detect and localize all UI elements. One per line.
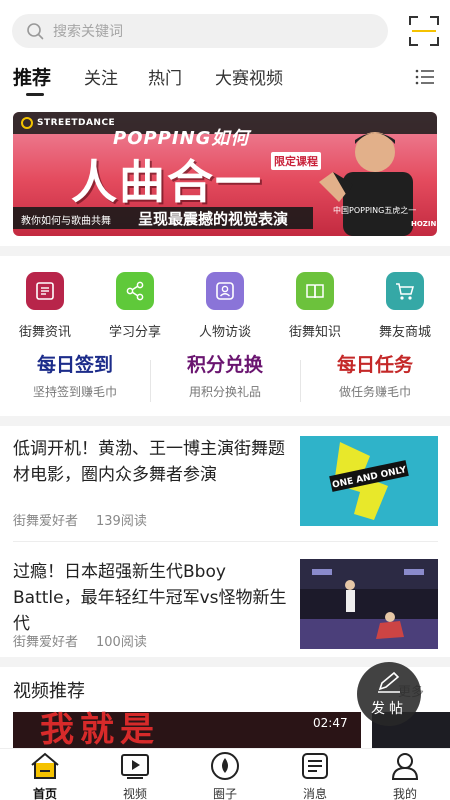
tab-recommend[interactable]: 推荐 — [13, 63, 51, 90]
tab-follow[interactable]: 关注 — [84, 64, 118, 89]
share-icon — [116, 272, 154, 310]
video-thumb-text: 我就是 — [40, 710, 160, 750]
news-icon — [26, 272, 64, 310]
profile-icon — [391, 753, 419, 780]
interview-icon — [206, 272, 244, 310]
banner-sub-right: 中国POPPING五虎之一 — [333, 206, 417, 215]
article-title: 低调开机！黄渤、王一博主演街舞题材电影，圈内众多舞者参演 — [13, 439, 285, 485]
category-label: 人物访谈 — [198, 325, 251, 340]
home-icon — [31, 752, 59, 779]
search-input[interactable]: 搜索关键词 — [12, 14, 388, 48]
section-gap — [0, 416, 450, 426]
scan-icon[interactable] — [408, 15, 440, 47]
task-sub: 做任务赚毛巾 — [338, 385, 411, 399]
task-title: 每日签到 — [36, 354, 113, 376]
article-reads: 100阅读 — [96, 635, 147, 650]
message-icon — [302, 753, 328, 779]
category-mall[interactable]: 舞友商城 — [360, 262, 450, 340]
nav-home[interactable]: 首页 — [0, 751, 90, 800]
search-row: 搜索关键词 — [0, 0, 450, 60]
video-section-title: 视频推荐 — [13, 681, 85, 702]
task-sub: 坚持签到赚毛巾 — [32, 385, 117, 399]
category-share[interactable]: 学习分享 — [90, 262, 180, 340]
daily-checkin[interactable]: 每日签到 坚持签到赚毛巾 — [0, 350, 150, 400]
article-reads: 139阅读 — [96, 514, 147, 529]
article-meta: 街舞爱好者 100阅读 — [13, 631, 165, 650]
article-meta: 街舞爱好者 139阅读 — [13, 510, 165, 529]
task-sub: 用积分换礼品 — [188, 385, 261, 399]
banner[interactable]: STREETDANCE POPPING如何 人曲合一 限定课程 教你如何与歌曲共… — [13, 112, 437, 236]
task-title: 积分兑换 — [186, 354, 263, 376]
article-thumbnail — [300, 559, 438, 649]
category-label: 街舞知识 — [288, 325, 341, 340]
article-item[interactable]: 低调开机！黄渤、王一博主演街舞题材电影，圈内众多舞者参演 街舞爱好者 139阅读 … — [0, 434, 450, 546]
daily-task[interactable]: 每日任务 做任务赚毛巾 — [300, 350, 450, 400]
search-placeholder: 搜索关键词 — [53, 24, 123, 40]
cart-icon — [386, 272, 424, 310]
banner-title-main: 人曲合一 — [71, 155, 263, 209]
task-title: 每日任务 — [336, 354, 413, 376]
nav-video[interactable]: 视频 — [90, 751, 180, 800]
article-item[interactable]: 过瘾！日本超强新生代Bboy Battle，最年轻红牛冠军vs怪物新生代 街舞爱… — [0, 555, 450, 667]
pen-icon — [378, 671, 400, 693]
post-button[interactable]: 发帖 — [357, 662, 421, 726]
tab-hot[interactable]: 热门 — [148, 64, 182, 89]
category-interview[interactable]: 人物访谈 — [180, 262, 270, 340]
home-page: 搜索关键词 推荐 关注 热门 大赛视频 STREETDANCE POPPING如… — [0, 0, 450, 800]
nav-profile[interactable]: 我的 — [360, 751, 450, 800]
nav-label: 圈子 — [212, 787, 237, 800]
category-news[interactable]: 街舞资讯 — [0, 262, 90, 340]
menu-icon[interactable] — [415, 68, 435, 86]
category-knowledge[interactable]: 街舞知识 — [270, 262, 360, 340]
nav-label: 视频 — [122, 787, 147, 800]
post-button-label: 发帖 — [371, 701, 407, 717]
nav-circle[interactable]: 圈子 — [180, 751, 270, 800]
banner-sub-right2: HOZIN — [411, 220, 437, 228]
tab-bar: 推荐 关注 热门 大赛视频 — [0, 60, 450, 102]
bottom-nav: 首页 视频 圈子 消息 我的 — [0, 748, 450, 800]
section-gap — [0, 246, 450, 256]
nav-label: 消息 — [302, 787, 327, 800]
search-icon — [27, 23, 44, 40]
circle-icon — [211, 752, 239, 780]
article-author: 街舞爱好者 — [13, 635, 79, 650]
nav-message[interactable]: 消息 — [270, 751, 360, 800]
category-label: 舞友商城 — [378, 325, 431, 340]
banner-caption-left: 教你如何与歌曲共舞 — [21, 216, 111, 227]
article-thumbnail: ONE AND ONLY — [300, 436, 438, 526]
article-author: 街舞爱好者 — [13, 514, 79, 529]
book-icon — [296, 272, 334, 310]
category-grid: 街舞资讯 学习分享 人物访谈 街舞知识 舞友商城 — [0, 262, 450, 344]
category-label: 街舞资讯 — [18, 325, 71, 340]
nav-label: 首页 — [32, 787, 57, 800]
brand-logo-text: STREETDANCE — [37, 118, 116, 128]
brand-logo-icon — [21, 117, 33, 129]
tab-contest-video[interactable]: 大赛视频 — [215, 64, 283, 89]
banner-caption-right: 呈现最震撼的视觉表演 — [138, 210, 289, 228]
points-exchange[interactable]: 积分兑换 用积分换礼品 — [150, 350, 300, 400]
article-divider — [13, 541, 438, 542]
nav-label: 我的 — [392, 787, 417, 800]
task-row: 每日签到 坚持签到赚毛巾 积分兑换 用积分换礼品 每日任务 做任务赚毛巾 — [0, 350, 450, 410]
tab-underline — [26, 93, 44, 96]
article-title: 过瘾！日本超强新生代Bboy Battle，最年轻红牛冠军vs怪物新生代 — [13, 562, 287, 634]
video-duration: 02:47 — [313, 716, 348, 730]
dancer-image — [319, 132, 413, 236]
category-label: 学习分享 — [108, 325, 161, 340]
video-icon — [121, 754, 149, 779]
